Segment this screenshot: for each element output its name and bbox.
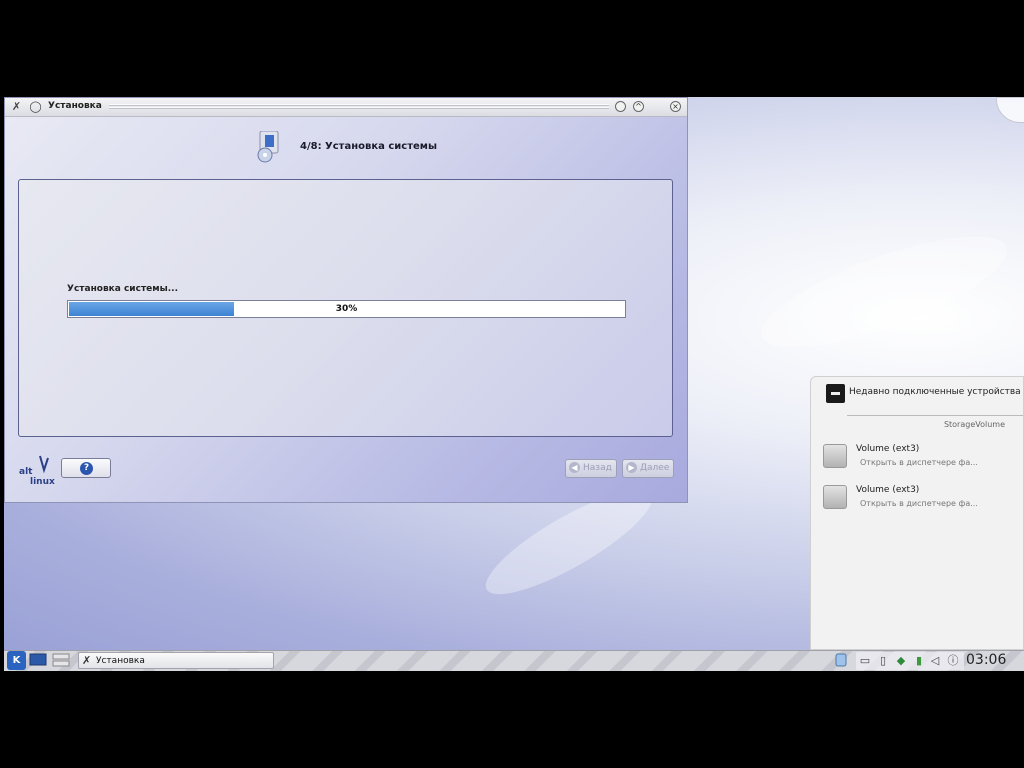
sticky-icon[interactable]: ◯	[29, 100, 42, 113]
device-item[interactable]: Volume (ext3) Открыть в диспетчере фа...	[823, 444, 1023, 474]
pager-icon[interactable]	[52, 653, 70, 667]
step-title: 4/8: Установка системы	[300, 141, 438, 152]
back-button-label: Назад	[583, 463, 612, 473]
app-icon[interactable]: ✗	[10, 100, 23, 113]
install-disk-icon	[257, 131, 279, 163]
svg-text:linux: linux	[30, 477, 55, 487]
notifier-header: Недавно подключенные устройства	[849, 387, 1021, 397]
titlebar-grip	[109, 104, 609, 110]
notifier-section-label: StorageVolume	[943, 420, 1005, 429]
close-button[interactable]: ×	[670, 101, 681, 112]
help-button[interactable]: ?	[61, 458, 111, 478]
minimize-button[interactable]	[615, 101, 626, 112]
device-action[interactable]: Открыть в диспетчере фа...	[860, 458, 988, 467]
alt-linux-logo: alt linux	[19, 455, 55, 487]
svg-text:alt: alt	[19, 467, 33, 477]
kde-menu-button[interactable]: K	[7, 651, 26, 670]
install-status-text: Установка системы...	[67, 284, 179, 294]
updates-icon[interactable]: ◆	[894, 654, 908, 668]
top-letterbox	[0, 0, 1024, 96]
network-icon[interactable]: ▭	[858, 654, 872, 668]
device-action[interactable]: Открыть в диспетчере фа...	[860, 499, 988, 508]
usb-device-icon	[826, 384, 845, 403]
clipboard-icon[interactable]: ▯	[876, 654, 890, 668]
device-notifier-icon[interactable]	[832, 653, 850, 667]
volume-icon[interactable]: ◁	[928, 654, 942, 668]
divider	[847, 415, 1023, 416]
device-name: Volume (ext3)	[856, 444, 920, 454]
device-notifier-popup: Недавно подключенные устройства StorageV…	[810, 376, 1024, 650]
info-icon[interactable]: ⓘ	[946, 654, 960, 668]
window-title: Установка	[48, 101, 102, 111]
next-button-label: Далее	[640, 463, 670, 473]
progress-percent-label: 30%	[335, 304, 358, 314]
device-name: Volume (ext3)	[856, 485, 920, 495]
maximize-button[interactable]: ^	[633, 101, 644, 112]
window-titlebar[interactable]: ✗ ◯ Установка ^ ×	[5, 98, 687, 117]
clock[interactable]: 03:06	[966, 652, 1006, 668]
back-button[interactable]: ◀ Назад	[565, 459, 617, 478]
taskbar: K ✗ Установка ▭ ▯ ◆ ▮ ◁ ⓘ 03:06	[4, 650, 1024, 671]
arrow-left-icon: ◀	[569, 462, 580, 473]
help-icon: ?	[80, 462, 93, 475]
hard-drive-icon	[823, 444, 847, 468]
show-desktop-icon[interactable]	[29, 653, 47, 667]
hard-drive-icon	[823, 485, 847, 509]
battery-icon[interactable]: ▮	[912, 654, 926, 668]
install-progress-bar: 30%	[67, 300, 626, 318]
next-button[interactable]: ▶ Далее	[622, 459, 674, 478]
task-label: Установка	[96, 656, 145, 666]
arrow-right-icon: ▶	[626, 462, 637, 473]
app-icon: ✗	[82, 654, 92, 667]
system-tray: ▭ ▯ ◆ ▮ ◁ ⓘ	[856, 652, 964, 670]
device-item[interactable]: Volume (ext3) Открыть в диспетчере фа...	[823, 485, 1023, 515]
taskbar-task-installer[interactable]: ✗ Установка	[78, 652, 274, 669]
